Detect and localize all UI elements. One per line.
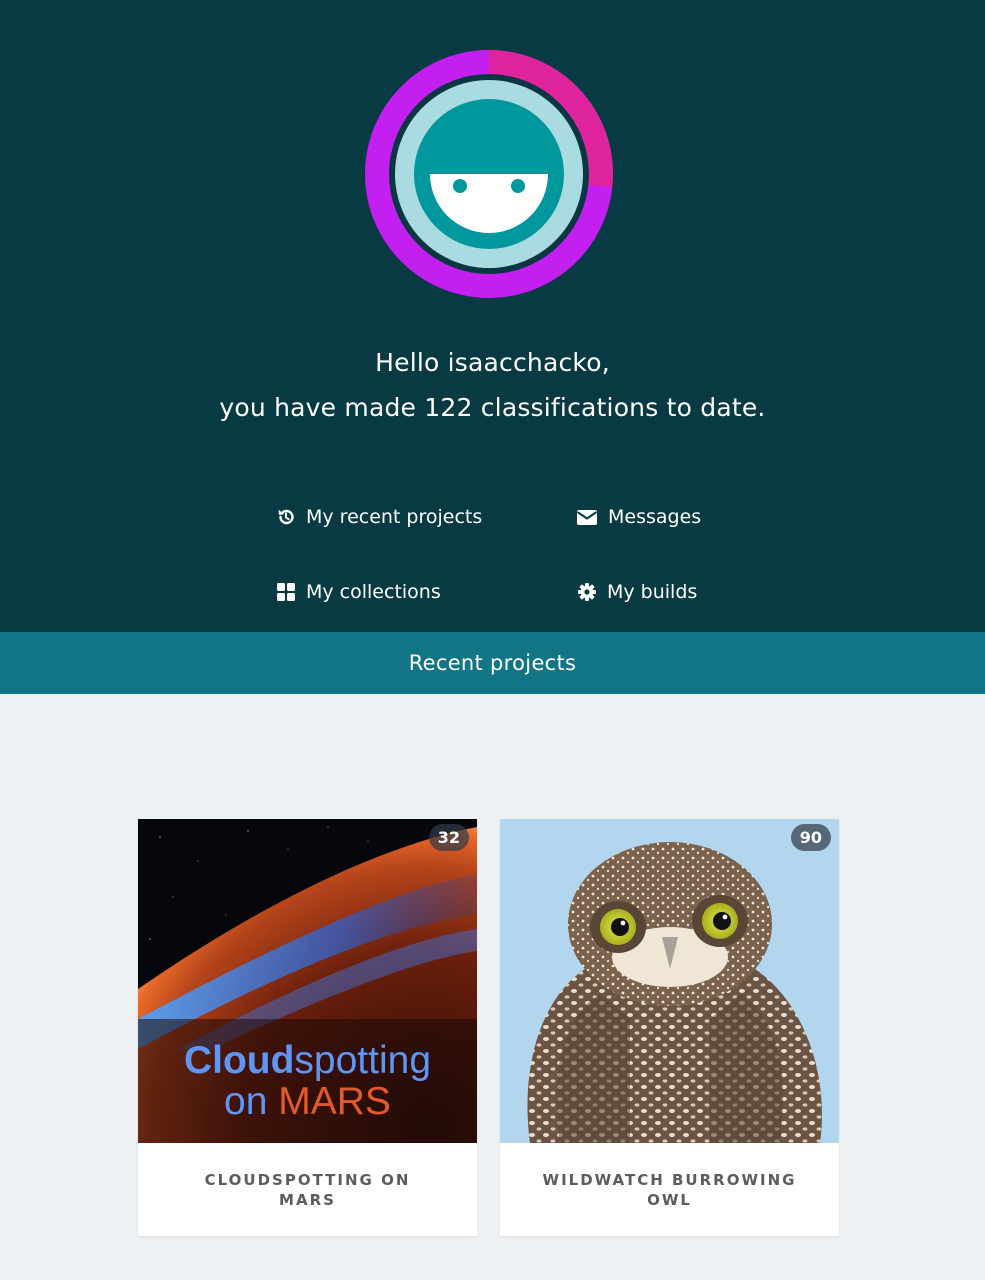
project-title: CLOUDSPOTTING ON MARS (204, 1170, 411, 1209)
project-card-cloudspotting-on-mars[interactable]: Cloudspotting on MARS 32 CLOUDSPOTTING O… (138, 819, 477, 1236)
my-recent-projects-link[interactable]: My recent projects (276, 506, 482, 528)
project-image-mars: Cloudspotting on MARS 32 (138, 819, 477, 1143)
envelope-icon (576, 510, 598, 525)
project-title: WILDWATCH BURROWING OWL (542, 1170, 797, 1209)
avatar (365, 50, 613, 298)
avatar-icon (365, 50, 613, 298)
recent-projects-heading: Recent projects (0, 632, 985, 694)
my-collections-link[interactable]: My collections (276, 581, 441, 603)
classification-count-badge: 90 (790, 824, 831, 851)
greeting-line-2: you have made 122 classifications to dat… (219, 393, 766, 422)
mars-image-subtitle: on MARS (224, 1080, 391, 1123)
my-collections-label: My collections (306, 581, 441, 603)
project-image-owl: 90 (500, 819, 839, 1143)
project-card-wildwatch-burrowing-owl[interactable]: 90 WILDWATCH BURROWING OWL (500, 819, 839, 1236)
gear-icon (578, 583, 596, 601)
greeting-line-1: Hello isaacchacko, (375, 348, 610, 377)
profile-hero: Hello isaacchacko, you have made 122 cla… (0, 0, 985, 632)
messages-link[interactable]: Messages (576, 506, 701, 528)
my-recent-projects-label: My recent projects (306, 506, 483, 528)
grid-icon (277, 583, 295, 601)
classification-count-badge: 32 (428, 824, 469, 851)
my-builds-label: My builds (607, 581, 698, 603)
mars-image-title: Cloudspotting (183, 1039, 432, 1082)
greeting: Hello isaacchacko, you have made 122 cla… (0, 340, 985, 430)
my-builds-link[interactable]: My builds (577, 581, 697, 603)
history-icon (278, 509, 294, 525)
messages-label: Messages (608, 506, 702, 528)
